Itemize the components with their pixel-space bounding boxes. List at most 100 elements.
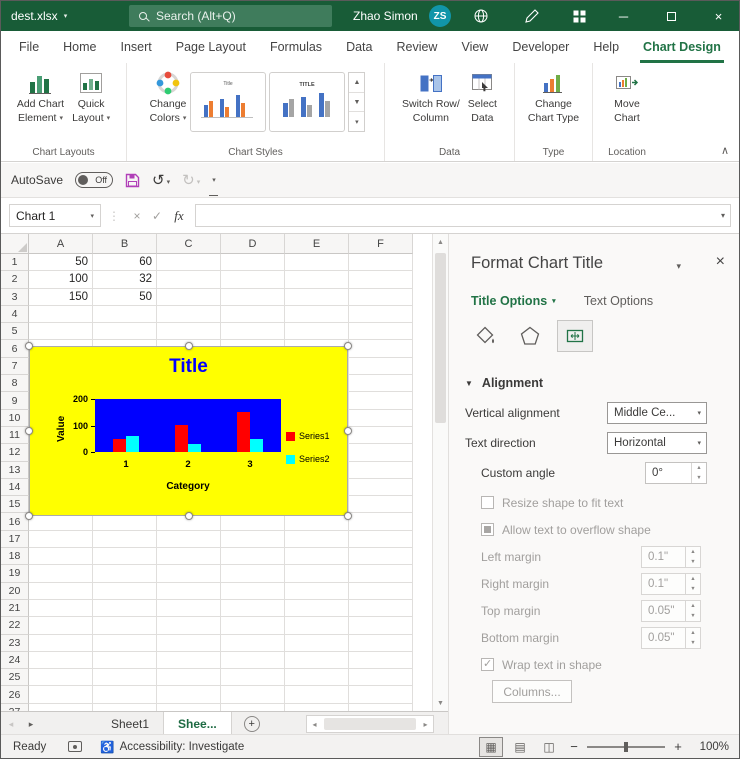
cell-A21[interactable] — [29, 600, 93, 617]
gallery-more-button[interactable]: ▾ — [349, 111, 364, 131]
cell-A26[interactable] — [29, 686, 93, 703]
ribbon-tab-formulas[interactable]: Formulas — [258, 31, 334, 63]
bar-series1-cat-3[interactable] — [237, 412, 250, 452]
chart-style-thumbnail-1[interactable]: Title — [190, 72, 266, 132]
add-chart-element-button[interactable]: Add Chart Element▾ — [13, 67, 68, 128]
quick-layout-button[interactable]: Quick Layout▾ — [68, 67, 114, 128]
cell-E24[interactable] — [285, 652, 349, 669]
cell-F5[interactable] — [349, 323, 413, 340]
cell-E17[interactable] — [285, 531, 349, 548]
cell-C25[interactable] — [157, 669, 221, 686]
x-axis-title[interactable]: Category — [95, 481, 281, 492]
bar-series2-cat-2[interactable] — [188, 444, 201, 452]
cell-E25[interactable] — [285, 669, 349, 686]
collapse-ribbon-button[interactable]: ∧ — [721, 144, 729, 157]
bar-series2-cat-3[interactable] — [250, 439, 263, 452]
cell-B4[interactable] — [93, 306, 157, 323]
cell-E21[interactable] — [285, 600, 349, 617]
chart-handle-middle-left[interactable] — [25, 427, 33, 435]
redo-button[interactable]: ↻▾ — [182, 171, 200, 189]
cell-A16[interactable] — [29, 513, 93, 530]
cell-B18[interactable] — [93, 548, 157, 565]
cell-D27[interactable] — [221, 704, 285, 711]
cell-A1[interactable]: 50 — [29, 254, 93, 271]
draw-pencil-icon[interactable] — [513, 1, 549, 31]
zoom-slider-thumb[interactable] — [624, 742, 628, 752]
row-header-22[interactable]: 22 — [1, 617, 29, 634]
cell-A4[interactable] — [29, 306, 93, 323]
tab-text-options[interactable]: Text Options — [584, 294, 653, 308]
cell-E26[interactable] — [285, 686, 349, 703]
cell-B19[interactable] — [93, 565, 157, 582]
cell-F24[interactable] — [349, 652, 413, 669]
chart-handle-top-right[interactable] — [344, 342, 352, 350]
horizontal-scroll-thumb[interactable] — [324, 718, 416, 730]
cell-A2[interactable]: 100 — [29, 271, 93, 288]
zoom-slider[interactable] — [587, 746, 665, 748]
cell-D4[interactable] — [221, 306, 285, 323]
change-chart-type-button[interactable]: Change Chart Type — [524, 67, 583, 128]
cell-A27[interactable] — [29, 704, 93, 711]
select-all-corner[interactable] — [1, 234, 29, 254]
cell-B2[interactable]: 32 — [93, 271, 157, 288]
bar-series1-cat-1[interactable] — [113, 439, 126, 452]
autosave-toggle[interactable]: Off — [75, 172, 113, 188]
cell-F23[interactable] — [349, 635, 413, 652]
cell-E1[interactable] — [285, 254, 349, 271]
cell-A5[interactable] — [29, 323, 93, 340]
cell-B20[interactable] — [93, 583, 157, 600]
spin-up-icon[interactable]: ▲ — [686, 601, 700, 611]
cell-C17[interactable] — [157, 531, 221, 548]
vertical-alignment-dropdown[interactable]: Middle Ce... ▾ — [607, 402, 707, 424]
chart-handle-middle-right[interactable] — [344, 427, 352, 435]
sheet-tab-shee[interactable]: Shee... — [164, 712, 232, 736]
spin-up-icon[interactable]: ▲ — [692, 463, 706, 473]
insert-function-button[interactable]: fx — [167, 208, 191, 224]
custom-angle-spinner[interactable]: 0° ▲▼ — [645, 462, 707, 484]
cell-F9[interactable] — [349, 392, 413, 409]
cell-D23[interactable] — [221, 635, 285, 652]
cell-F27[interactable] — [349, 704, 413, 711]
cell-C2[interactable] — [157, 271, 221, 288]
column-header-b[interactable]: B — [93, 234, 157, 254]
embedded-chart[interactable]: Title Value Category Series1Series2 1230… — [29, 346, 348, 516]
change-colors-button[interactable]: Change Colors▾ — [146, 67, 191, 128]
cell-F22[interactable] — [349, 617, 413, 634]
chart-handle-top-middle[interactable] — [185, 342, 193, 350]
page-break-view-button[interactable]: ◫ — [537, 737, 561, 757]
cell-B25[interactable] — [93, 669, 157, 686]
cell-C3[interactable] — [157, 289, 221, 306]
cell-F16[interactable] — [349, 513, 413, 530]
size-properties-icon[interactable] — [557, 320, 593, 352]
cell-F8[interactable] — [349, 375, 413, 392]
row-header-14[interactable]: 14 — [1, 479, 29, 496]
cell-A22[interactable] — [29, 617, 93, 634]
cell-F12[interactable] — [349, 444, 413, 461]
zoom-out-button[interactable]: − — [566, 739, 582, 754]
row-header-19[interactable]: 19 — [1, 565, 29, 582]
cell-B17[interactable] — [93, 531, 157, 548]
cell-C19[interactable] — [157, 565, 221, 582]
cell-D3[interactable] — [221, 289, 285, 306]
cell-F4[interactable] — [349, 306, 413, 323]
cell-F17[interactable] — [349, 531, 413, 548]
row-header-1[interactable]: 1 — [1, 254, 29, 271]
cell-F19[interactable] — [349, 565, 413, 582]
spin-down-icon[interactable]: ▼ — [686, 584, 700, 594]
row-header-24[interactable]: 24 — [1, 652, 29, 669]
cell-D26[interactable] — [221, 686, 285, 703]
cell-B16[interactable] — [93, 513, 157, 530]
bar-series2-cat-1[interactable] — [126, 436, 139, 452]
undo-button[interactable]: ↺▾ — [152, 171, 170, 189]
cell-B23[interactable] — [93, 635, 157, 652]
row-header-17[interactable]: 17 — [1, 531, 29, 548]
effects-pentagon-icon[interactable] — [512, 320, 548, 352]
row-header-27[interactable]: 27 — [1, 704, 29, 711]
right-margin-spinner[interactable]: 0.1" ▲▼ — [641, 573, 701, 595]
columns-button[interactable]: Columns... — [492, 680, 572, 703]
accessibility-status[interactable]: ♿ Accessibility: Investigate — [100, 740, 244, 754]
cell-E20[interactable] — [285, 583, 349, 600]
fill-line-icon[interactable] — [467, 320, 503, 352]
chart-legend[interactable]: Series1Series2 — [286, 431, 330, 464]
row-header-25[interactable]: 25 — [1, 669, 29, 686]
